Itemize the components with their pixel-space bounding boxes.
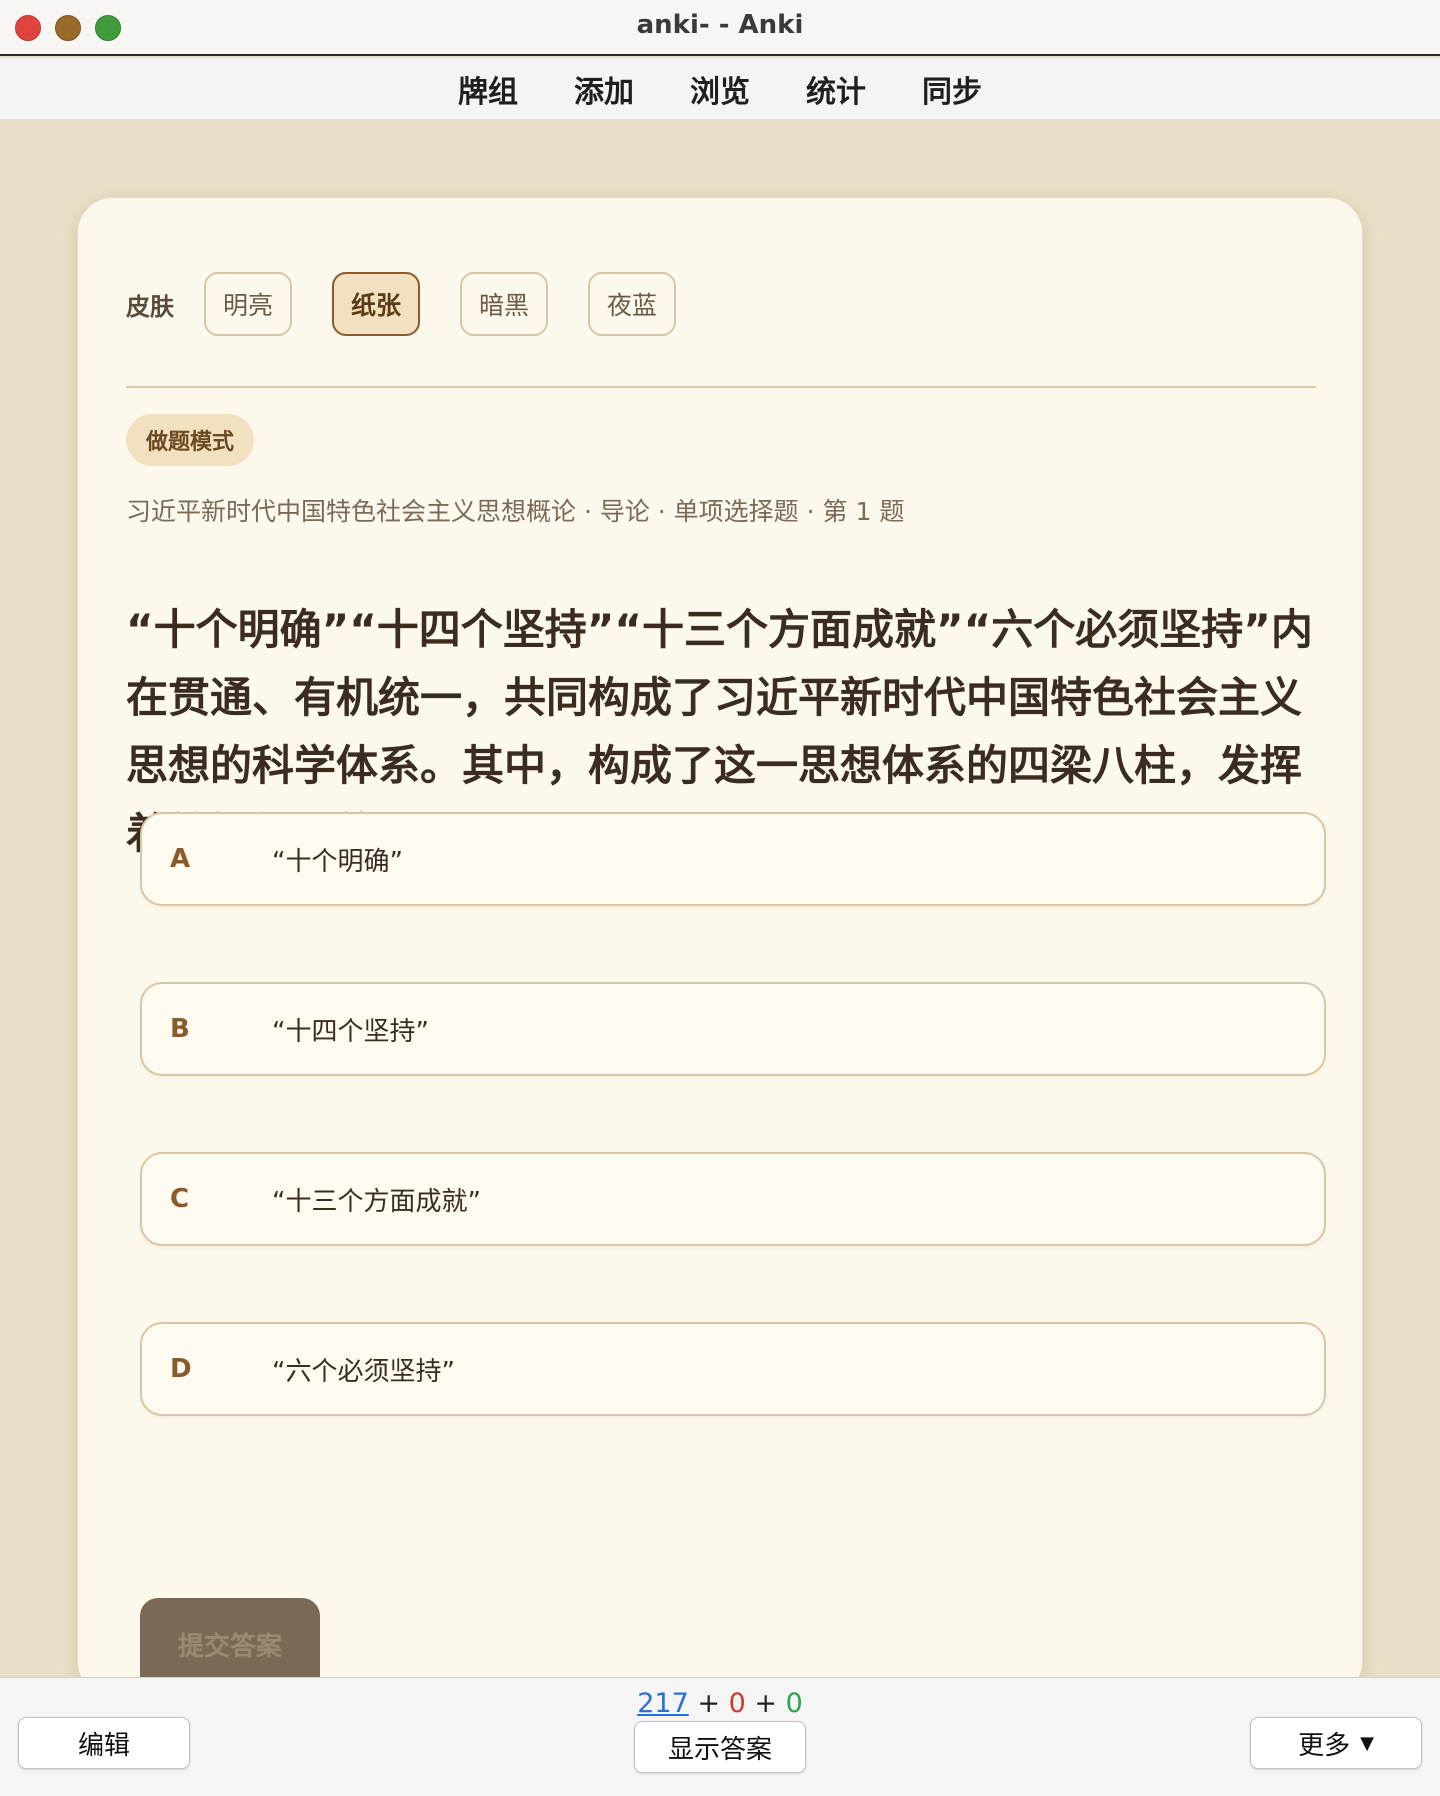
mode-badge: 做题模式 bbox=[126, 414, 255, 466]
option-letter: D bbox=[170, 1354, 192, 1384]
title-bar: anki- - Anki bbox=[0, 0, 1440, 56]
option-letter: A bbox=[170, 844, 191, 874]
skin-button-paper[interactable]: 纸张 bbox=[332, 272, 420, 336]
option-c[interactable]: C “十三个方面成就” bbox=[140, 1152, 1326, 1246]
option-a[interactable]: A “十个明确” bbox=[140, 812, 1326, 906]
skin-label: 皮肤 bbox=[126, 292, 174, 321]
count-separator: + bbox=[697, 1688, 720, 1719]
toolbar-sync[interactable]: 同步 bbox=[922, 67, 982, 111]
option-d[interactable]: D “六个必须坚持” bbox=[140, 1322, 1326, 1416]
more-label: 更多 bbox=[1298, 1730, 1351, 1761]
option-b[interactable]: B “十四个坚持” bbox=[140, 982, 1326, 1076]
card-counts: 217 + 0 + 0 bbox=[0, 1688, 1440, 1719]
option-letter: B bbox=[170, 1014, 190, 1044]
show-answer-button[interactable]: 显示答案 bbox=[634, 1721, 806, 1773]
option-text: “十三个方面成就” bbox=[272, 1186, 481, 1217]
new-count[interactable]: 217 bbox=[637, 1688, 689, 1719]
option-text: “六个必须坚持” bbox=[272, 1356, 455, 1387]
toolbar-add[interactable]: 添加 bbox=[574, 67, 634, 111]
divider bbox=[126, 386, 1316, 388]
edit-button[interactable]: 编辑 bbox=[18, 1717, 190, 1769]
count-separator: + bbox=[754, 1688, 777, 1719]
anki-window: anki- - Anki 牌组 添加 浏览 统计 同步 皮肤 明亮 纸张 暗黑 … bbox=[0, 0, 1440, 1796]
review-card: 皮肤 明亮 纸张 暗黑 夜蓝 做题模式 习近平新时代中国特色社会主义思想概论 ·… bbox=[77, 197, 1363, 1698]
toolbar-stats[interactable]: 统计 bbox=[806, 67, 866, 111]
learn-count: 0 bbox=[728, 1688, 746, 1719]
more-button[interactable]: 更多 ▼ bbox=[1250, 1717, 1422, 1769]
option-letter: C bbox=[170, 1184, 190, 1214]
skin-button-night-blue[interactable]: 夜蓝 bbox=[588, 272, 676, 336]
main-toolbar: 牌组 添加 浏览 统计 同步 bbox=[0, 58, 1440, 120]
review-count: 0 bbox=[785, 1688, 803, 1719]
window-title: anki- - Anki bbox=[636, 10, 804, 40]
skin-selector: 皮肤 明亮 纸张 暗黑 夜蓝 bbox=[126, 272, 716, 336]
toolbar-browse[interactable]: 浏览 bbox=[690, 67, 750, 111]
skin-button-light[interactable]: 明亮 bbox=[204, 272, 292, 336]
caret-down-icon: ▼ bbox=[1360, 1732, 1374, 1754]
option-text: “十四个坚持” bbox=[272, 1016, 429, 1047]
skin-button-dark[interactable]: 暗黑 bbox=[460, 272, 548, 336]
question-breadcrumb: 习近平新时代中国特色社会主义思想概论 · 导论 · 单项选择题 · 第 1 题 bbox=[126, 497, 905, 526]
toolbar-decks[interactable]: 牌组 bbox=[458, 67, 518, 111]
bottom-bar: 217 + 0 + 0 编辑 显示答案 更多 ▼ bbox=[0, 1677, 1440, 1796]
option-text: “十个明确” bbox=[272, 846, 403, 877]
